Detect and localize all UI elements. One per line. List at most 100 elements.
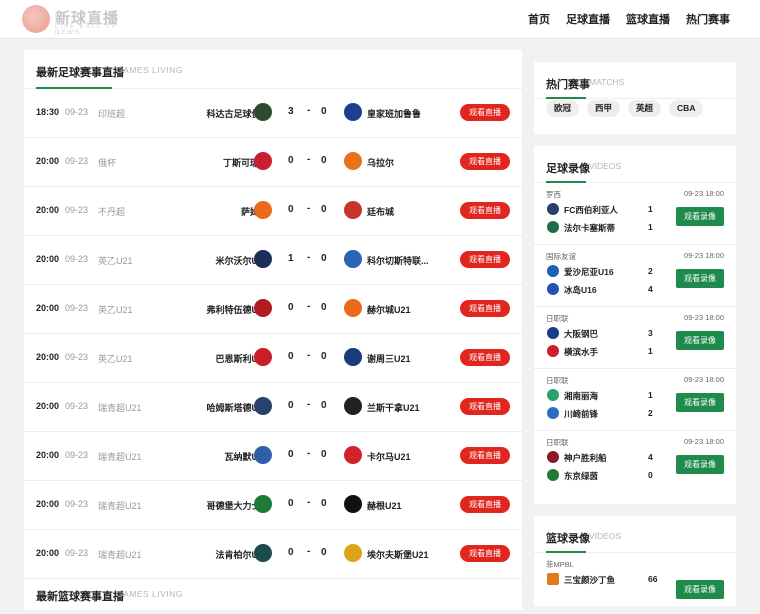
nav-home[interactable]: 首页: [528, 11, 550, 27]
section-subtitle: GAMES LIVING: [116, 65, 183, 75]
team-score: 0: [648, 470, 653, 480]
team-logo-icon: [547, 407, 559, 419]
tag-ucl[interactable]: 欧冠: [546, 100, 580, 117]
section-subtitle: MATCHS: [589, 77, 625, 87]
team-score: 2: [648, 408, 653, 418]
watch-replay-button[interactable]: 观看录像: [676, 393, 724, 412]
hot-tags: 欧冠 西甲 英超 CBA: [546, 100, 704, 117]
team-logo-icon: [547, 283, 559, 295]
team-logo-icon: [547, 327, 559, 339]
away-team-name: 埃尔夫斯堡U21: [367, 550, 429, 560]
hot-matches-header: 热门赛事 MATCHS: [534, 62, 736, 99]
watch-live-button[interactable]: 观看直播: [460, 153, 510, 170]
watch-live-button[interactable]: 观看直播: [460, 251, 510, 268]
away-team-name: 赫尔城U21: [367, 305, 411, 315]
match-date: 09-23: [65, 303, 89, 313]
watch-live-button[interactable]: 观看直播: [460, 104, 510, 121]
site-logo[interactable]: 新球直播 LIVE BALL TV NEWS: [22, 5, 132, 36]
home-score: 0: [288, 302, 294, 313]
video-league: 国际友谊: [546, 252, 576, 261]
away-score: 0: [321, 204, 327, 215]
team-logo-icon: [547, 265, 559, 277]
video-time: 09-23 18:00: [683, 313, 724, 322]
home-team-logo-icon: [254, 495, 272, 513]
video-item: 罗西 09-23 18:00 FC西伯利亚人 1 法尔卡塞斯蒂 1 观看录像: [534, 183, 736, 245]
watch-live-button[interactable]: 观看直播: [460, 545, 510, 562]
team-name: 川崎前锋: [564, 409, 599, 419]
home-score: 0: [288, 351, 294, 362]
match-league: 英乙U21: [98, 305, 133, 315]
match-list: 18:30 09-23 印班超 科达古足球俱... 3-0 皇家班加鲁鲁 观看直播 20:00…: [24, 89, 522, 579]
team-name: 东京绿茵: [564, 471, 599, 481]
nav-basketball-live[interactable]: 篮球直播: [626, 11, 670, 27]
away-team-logo-icon: [344, 495, 362, 513]
basketball-videos-panel: 篮球录像 VIDEOS 菲MPBL 三宝颜沙丁鱼 66 观看录像: [534, 516, 736, 606]
match-time: 20:00: [36, 254, 60, 264]
watch-replay-button[interactable]: 观看录像: [676, 331, 724, 350]
team-score: 1: [648, 204, 653, 214]
home-team-logo-icon: [254, 348, 272, 366]
watch-replay-button[interactable]: 观看录像: [676, 207, 724, 226]
tag-cba[interactable]: CBA: [669, 100, 704, 117]
match-date: 09-23: [65, 205, 89, 215]
match-row: 20:00 09-23 英乙U21 米尔沃尔U21 1-0 科尔切斯特联... 观看直播: [24, 236, 522, 285]
away-team-name: 兰斯干拿U21: [367, 403, 420, 413]
section-subtitle: GAMES LIVING: [116, 589, 183, 599]
team-score: 4: [648, 452, 653, 462]
video-league: 菲MPBL: [546, 560, 574, 569]
match-date: 09-23: [65, 548, 89, 558]
score-separator: -: [307, 105, 311, 116]
away-team-name: 廷布城: [367, 207, 395, 217]
away-team-name: 赫根U21: [367, 501, 402, 511]
basketball-logo-icon: [22, 5, 50, 33]
match-date: 09-23: [65, 156, 89, 166]
watch-live-button[interactable]: 观看直播: [460, 300, 510, 317]
video-item: 日职联 09-23 18:00 湘南丽海 1 川崎前锋 2 观看录像: [534, 369, 736, 431]
match-row: 20:0009-23不丹超萨姆策0-0廷布城观看直播: [24, 187, 522, 236]
match-row: 20:00 09-23 英乙U21 巴恩斯利U21 0-0 谢周三U21 观看直播: [24, 334, 522, 383]
match-date: 09-23: [65, 254, 89, 264]
away-team-name: 乌拉尔: [367, 158, 395, 168]
nav-football-live[interactable]: 足球直播: [566, 11, 610, 27]
team-score: 2: [648, 266, 653, 276]
watch-replay-button[interactable]: 观看录像: [676, 580, 724, 599]
home-team-logo-icon: [254, 299, 272, 317]
watch-live-button[interactable]: 观看直播: [460, 202, 510, 219]
video-league: 日职联: [546, 438, 569, 447]
away-team-logo-icon: [344, 544, 362, 562]
watch-live-button[interactable]: 观看直播: [460, 447, 510, 464]
match-time: 20:00: [36, 499, 60, 509]
score-separator: -: [307, 399, 311, 410]
team-name: 神户胜利船: [564, 453, 607, 463]
match-row: 20:00 09-23 瑞青超U21 法肯柏尔U21 0-0 埃尔夫斯堡U21 观看直播: [24, 530, 522, 579]
home-score: 0: [288, 204, 294, 215]
team-logo-icon: [547, 389, 559, 401]
watch-replay-button[interactable]: 观看录像: [676, 269, 724, 288]
match-league: 瑞青超U21: [98, 403, 142, 413]
match-date: 09-23: [65, 352, 89, 362]
video-item: 日职联 09-23 18:00 大阪钢巴 3 横滨水手 1 观看录像: [534, 307, 736, 369]
video-item: 国际友谊 09-23 18:00 爱沙尼亚U16 2 冰岛U16 4 观看录像: [534, 245, 736, 307]
home-score: 3: [288, 106, 294, 117]
watch-live-button[interactable]: 观看直播: [460, 496, 510, 513]
section-underline: [546, 97, 586, 99]
match-time: 20:00: [36, 352, 60, 362]
watch-replay-button[interactable]: 观看录像: [676, 455, 724, 474]
nav-hot-events[interactable]: 热门赛事: [686, 11, 730, 27]
home-score: 0: [288, 547, 294, 558]
tag-laliga[interactable]: 西甲: [587, 100, 621, 117]
team-name: 横滨水手: [564, 347, 599, 357]
video-item: 日职联 09-23 18:00 神户胜利船 4 东京绿茵 0 观看录像: [534, 431, 736, 492]
away-team-logo-icon: [344, 201, 362, 219]
match-league: 英乙U21: [98, 354, 133, 364]
home-team-logo-icon: [254, 544, 272, 562]
match-date: 09-23: [65, 499, 89, 509]
video-time: 09-23 18:00: [683, 251, 724, 260]
tag-epl[interactable]: 英超: [628, 100, 662, 117]
video-league: 日职联: [546, 376, 569, 385]
away-score: 0: [321, 253, 327, 264]
watch-live-button[interactable]: 观看直播: [460, 349, 510, 366]
watch-live-button[interactable]: 观看直播: [460, 398, 510, 415]
video-league: 日职联: [546, 314, 569, 323]
score-separator: -: [307, 301, 311, 312]
